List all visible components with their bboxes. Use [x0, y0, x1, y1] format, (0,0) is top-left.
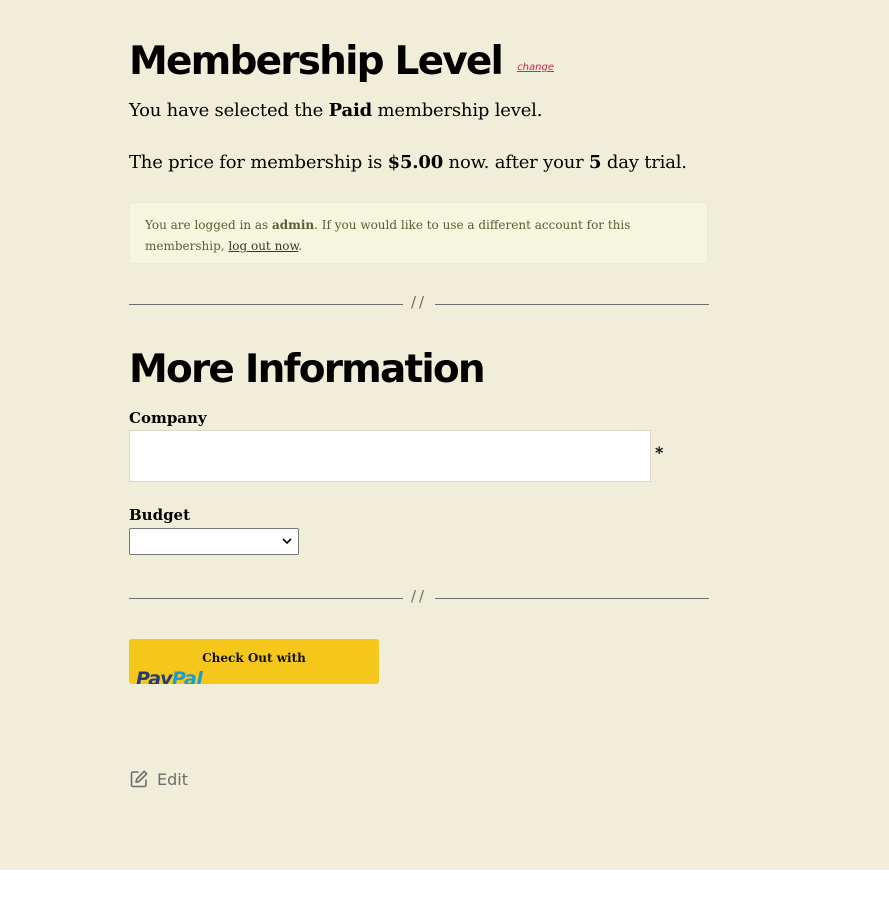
edit-label: Edit	[157, 769, 188, 789]
logout-link[interactable]: log out now	[228, 239, 298, 253]
separator-slashes: //	[411, 587, 428, 605]
price-suffix: day trial.	[601, 152, 687, 173]
budget-label: Budget	[129, 506, 191, 524]
notice-username: admin	[271, 218, 315, 232]
trial-days: 5	[589, 152, 602, 173]
price-text: The price for membership is $5.00 now. a…	[129, 150, 687, 176]
paypal-button-label: Check Out with	[202, 651, 306, 665]
separator-line-right	[435, 304, 709, 305]
section-separator: //	[129, 587, 709, 605]
price-prefix: The price for membership is	[129, 152, 388, 173]
budget-select[interactable]	[129, 528, 299, 555]
paypal-logo-pay: Pay	[136, 668, 172, 684]
required-marker: *	[655, 443, 664, 462]
price-value: $5.00	[387, 152, 444, 173]
logged-in-notice: You are logged in as admin. If you would…	[129, 202, 708, 264]
separator-slashes: //	[411, 293, 428, 311]
price-middle: now. after your	[443, 152, 590, 173]
membership-title-row: Membership Level change	[129, 40, 554, 84]
notice-suffix: .	[298, 239, 303, 253]
paypal-logo: PayPal	[136, 668, 203, 684]
level-name: Paid	[328, 100, 373, 121]
edit-link[interactable]: Edit	[129, 768, 188, 790]
paypal-logo-pal: Pal	[171, 668, 203, 684]
separator-line-left	[129, 304, 403, 305]
section-separator: //	[129, 293, 709, 311]
company-input[interactable]	[129, 430, 651, 482]
company-label: Company	[129, 409, 207, 427]
more-information-heading: More Information	[129, 347, 486, 392]
selected-level-text: You have selected the Paid membership le…	[129, 98, 542, 124]
separator-line-right	[435, 598, 709, 599]
selected-suffix: membership level.	[372, 100, 543, 121]
selected-prefix: You have selected the	[129, 100, 329, 121]
paypal-checkout-button[interactable]: Check Out with PayPal	[129, 639, 379, 684]
chevron-down-icon	[282, 538, 292, 545]
notice-prefix: You are logged in as	[145, 218, 272, 232]
membership-level-heading: Membership Level	[129, 39, 504, 84]
separator-line-left	[129, 598, 403, 599]
edit-icon	[130, 770, 148, 788]
change-level-link[interactable]: change	[517, 62, 554, 73]
